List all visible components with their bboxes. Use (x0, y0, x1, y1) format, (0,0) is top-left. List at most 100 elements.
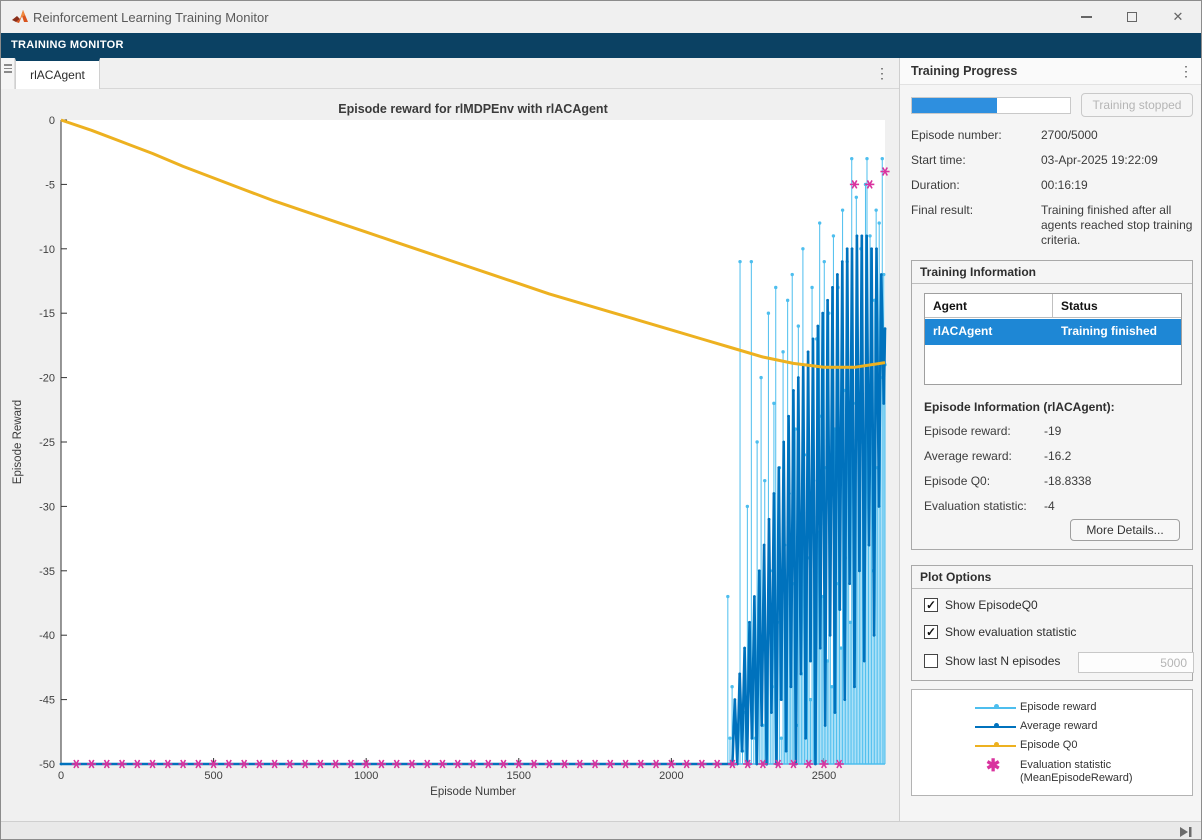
episode-info-value: -16.2 (1044, 449, 1071, 463)
legend-label: Episode reward (1020, 701, 1096, 714)
legend-entry-1: Average reward (912, 719, 1192, 735)
info-label: Episode number: (911, 128, 1002, 142)
legend-asterisk-marker: ✱ (986, 756, 1000, 776)
legend-label: Average reward (1020, 720, 1097, 733)
info-value: Training finished after all agents reach… (1041, 203, 1193, 248)
svg-text:1000: 1000 (354, 770, 378, 782)
info-value: 03-Apr-2025 19:22:09 (1041, 153, 1193, 168)
episode-info-row-2: Episode Q0:-18.8338 (924, 474, 1184, 488)
checkbox[interactable]: ✓ (924, 625, 938, 639)
svg-text:-30: -30 (39, 501, 55, 513)
svg-text:Episode Number: Episode Number (430, 786, 516, 798)
document-strip[interactable] (1, 58, 15, 89)
document-list-icon (4, 64, 12, 75)
info-label: Start time: (911, 153, 966, 167)
episode-info-value: -4 (1044, 499, 1055, 513)
training-plot: 0-5-10-15-20-25-30-35-40-45-500500100015… (1, 89, 899, 821)
maximize-button[interactable] (1109, 1, 1155, 33)
plot-legend: Episode rewardAverage rewardEpisode Q0✱E… (911, 689, 1193, 796)
svg-text:2000: 2000 (659, 770, 683, 782)
ribbon-tab-label[interactable]: TRAINING MONITOR (11, 39, 124, 51)
agent-cell: rlACAgent (925, 319, 1053, 345)
legend-entry-0: Episode reward (912, 700, 1192, 716)
plot-options-group: Plot Options ✓ Show EpisodeQ0 ✓ Show evalua… (911, 565, 1193, 681)
column-header: Agent (925, 294, 1053, 317)
legend-marker-dot (994, 723, 999, 728)
legend-entry-3: ✱Evaluation statistic(MeanEpisodeReward) (912, 758, 1192, 774)
close-icon: ✕ (1173, 9, 1184, 25)
info-value: 00:16:19 (1041, 178, 1193, 193)
checkbox-label: Show last N episodes (945, 654, 1060, 668)
app-window: Reinforcement Learning Training Monitor … (0, 0, 1202, 840)
episode-info-title: Episode Information (rlACAgent): (924, 400, 1115, 414)
group-title: Plot Options (920, 570, 991, 584)
tab-overflow-menu-icon[interactable]: ⋮ (872, 62, 892, 84)
svg-text:Episode Reward: Episode Reward (12, 400, 24, 484)
minimize-button[interactable] (1063, 1, 1109, 33)
svg-text:2500: 2500 (812, 770, 836, 782)
panel-title: Training Progress (911, 64, 1017, 78)
checkbox[interactable] (924, 654, 938, 668)
svg-text:-25: -25 (39, 437, 55, 449)
svg-text:-45: -45 (39, 695, 55, 707)
svg-text:-50: -50 (39, 759, 55, 771)
column-header: Status (1053, 294, 1181, 317)
panel-menu-icon[interactable]: ⋮ (1178, 61, 1194, 81)
training-stopped-button[interactable]: Training stopped (1081, 93, 1193, 117)
episode-info-label: Episode Q0: (924, 474, 990, 488)
title-bar: Reinforcement Learning Training Monitor … (1, 1, 1201, 33)
maximize-icon (1127, 12, 1137, 22)
svg-text:-10: -10 (39, 244, 55, 256)
svg-text:-35: -35 (39, 566, 55, 578)
document-tab-bar: rlACAgent ⋮ (1, 58, 899, 89)
training-progress-panel: Training Progress ⋮ Training stopped Epi… (900, 58, 1202, 821)
table-header-row: AgentStatus (925, 294, 1181, 318)
toolstrip-ribbon: TRAINING MONITOR (1, 33, 1201, 58)
legend-marker-dot (994, 742, 999, 747)
checkbox-row-0[interactable]: ✓ Show EpisodeQ0 (924, 598, 1038, 612)
status-cell: Training finished (1053, 319, 1181, 345)
checkbox-row-1[interactable]: ✓ Show evaluation statistic (924, 625, 1076, 639)
last-n-episodes-input[interactable] (1078, 652, 1194, 673)
svg-text:Episode reward for rlMDPEnv wi: Episode reward for rlMDPEnv with rlACAge… (338, 102, 608, 116)
more-details-button[interactable]: More Details... (1070, 519, 1180, 541)
episode-info-label: Episode reward: (924, 424, 1011, 438)
group-separator (912, 283, 1192, 284)
status-bar (1, 821, 1201, 840)
info-value: 2700/5000 (1041, 128, 1193, 143)
svg-text:500: 500 (204, 770, 222, 782)
tab-rlacagent[interactable]: rlACAgent (15, 58, 100, 89)
group-title: Training Information (920, 265, 1036, 279)
svg-text:-15: -15 (39, 308, 55, 320)
checkbox-row-2[interactable]: Show last N episodes (924, 654, 1060, 668)
agent-status-table[interactable]: AgentStatusrlACAgentTraining finished (924, 293, 1182, 385)
svg-text:-5: -5 (45, 179, 55, 191)
svg-text:-40: -40 (39, 630, 55, 642)
episode-info-label: Average reward: (924, 449, 1012, 463)
episode-info-row-3: Evaluation statistic: -4 (924, 499, 1184, 513)
legend-entry-2: Episode Q0 (912, 738, 1192, 754)
table-row[interactable]: rlACAgentTraining finished (925, 319, 1181, 345)
window-controls: ✕ (1063, 1, 1201, 33)
group-separator (912, 588, 1192, 589)
info-label: Duration: (911, 178, 960, 192)
legend-label: Evaluation statistic(MeanEpisodeReward) (1020, 759, 1133, 785)
checkbox-label: Show evaluation statistic (945, 625, 1076, 639)
checkbox[interactable]: ✓ (924, 598, 938, 612)
svg-text:0: 0 (49, 115, 55, 127)
info-label: Final result: (911, 203, 973, 217)
episode-info-value: -19 (1044, 424, 1061, 438)
close-button[interactable]: ✕ (1155, 1, 1201, 33)
training-progress-bar (911, 97, 1071, 114)
svg-text:0: 0 (58, 770, 64, 782)
legend-marker-dot (994, 704, 999, 709)
matlab-logo-icon (11, 8, 29, 26)
minimize-icon (1081, 16, 1092, 18)
skip-to-end-icon[interactable] (1179, 826, 1193, 838)
tab-label: rlACAgent (30, 68, 85, 82)
progress-fill (912, 98, 997, 113)
checkbox-label: Show EpisodeQ0 (945, 598, 1038, 612)
svg-text:-20: -20 (39, 373, 55, 385)
episode-info-row-0: Episode reward: -19 (924, 424, 1184, 438)
episode-info-label: Evaluation statistic: (924, 499, 1027, 513)
